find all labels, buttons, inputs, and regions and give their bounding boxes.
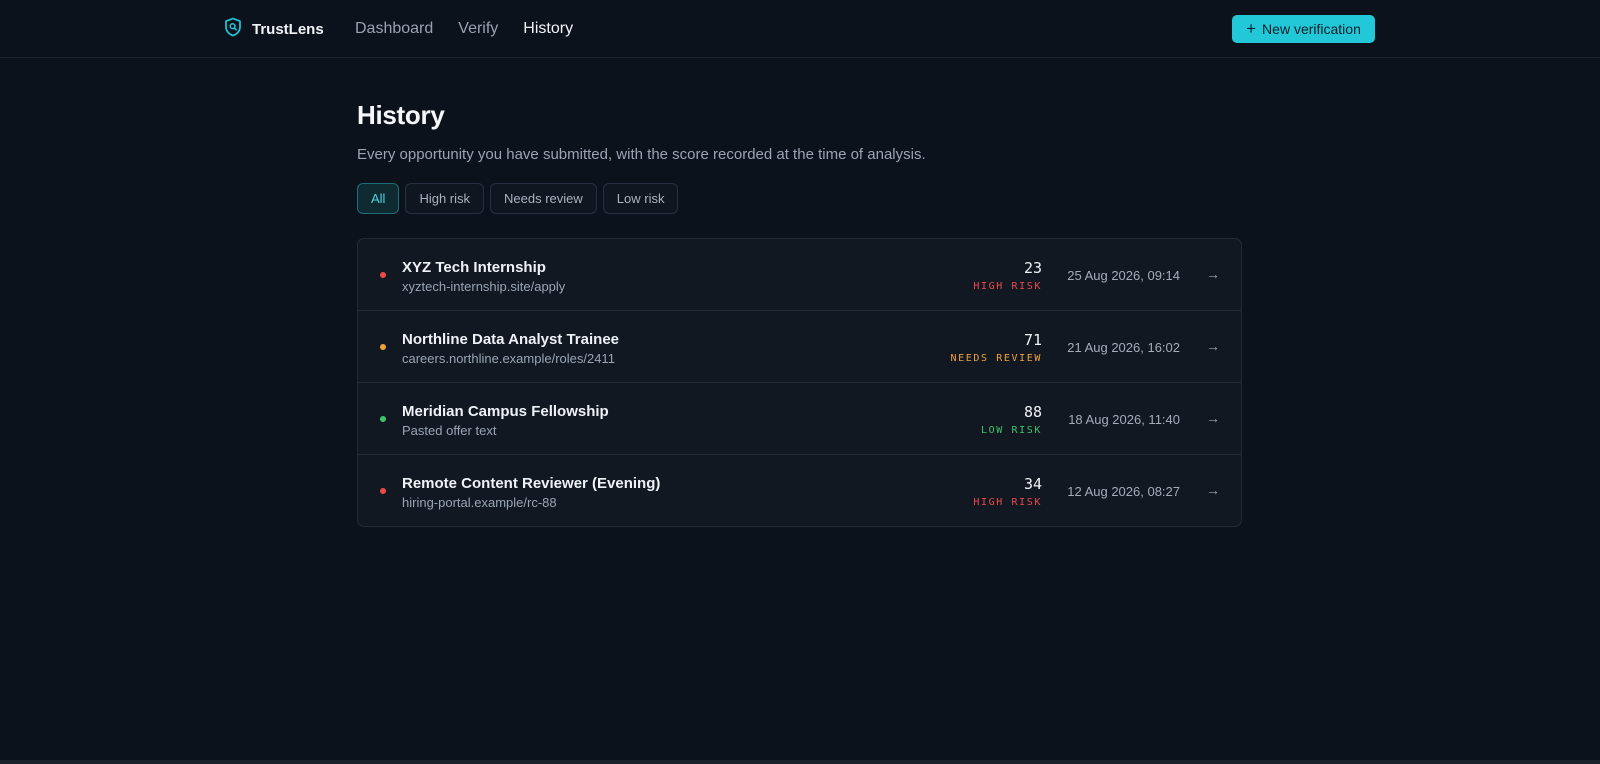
arrow-right-icon[interactable]: → xyxy=(1206,482,1220,498)
risk-label: NEEDS REVIEW xyxy=(950,353,1042,364)
opportunity-source: xyztech-internship.site/apply xyxy=(402,279,566,294)
filter-low-risk[interactable]: Low risk xyxy=(602,183,679,214)
history-list: XYZ Tech Internship xyztech-internship.s… xyxy=(357,238,1242,527)
trust-score: 88 xyxy=(1023,403,1042,421)
top-navigation-bar: TrustLens Dashboard Verify History + New… xyxy=(0,0,1600,58)
new-verification-label: New verification xyxy=(1262,21,1361,37)
history-row[interactable]: Northline Data Analyst Trainee careers.n… xyxy=(358,311,1241,383)
shield-search-icon xyxy=(224,17,242,42)
trust-score: 23 xyxy=(1023,259,1042,277)
trust-score: 71 xyxy=(1023,331,1042,349)
risk-label: LOW RISK xyxy=(981,425,1042,436)
opportunity-title: Remote Content Reviewer (Evening) xyxy=(402,475,661,492)
window-bottom-edge xyxy=(0,760,1600,764)
arrow-right-icon[interactable]: → xyxy=(1206,410,1220,426)
risk-status-dot xyxy=(380,488,386,494)
risk-status-dot xyxy=(380,344,386,350)
page-title: History xyxy=(357,100,445,130)
nav-history[interactable]: History xyxy=(523,20,573,38)
opportunity-title: Meridian Campus Fellowship xyxy=(402,403,609,420)
risk-status-dot xyxy=(380,416,386,422)
opportunity-source: Pasted offer text xyxy=(402,423,497,438)
opportunity-title: XYZ Tech Internship xyxy=(402,259,546,276)
filter-all[interactable]: All xyxy=(357,183,400,214)
nav-dashboard[interactable]: Dashboard xyxy=(355,20,433,38)
risk-status-dot xyxy=(380,272,386,278)
plus-icon: + xyxy=(1246,19,1257,38)
brand-name: TrustLens xyxy=(252,20,324,38)
opportunity-source: careers.northline.example/roles/2411 xyxy=(402,351,615,366)
opportunity-source: hiring-portal.example/rc-88 xyxy=(402,495,557,510)
opportunity-title: Northline Data Analyst Trainee xyxy=(402,331,620,348)
analysis-date: 12 Aug 2026, 08:27 xyxy=(1067,484,1180,499)
risk-label: HIGH RISK xyxy=(973,281,1042,292)
page-subtitle: Every opportunity you have submitted, wi… xyxy=(357,146,926,163)
analysis-date: 18 Aug 2026, 11:40 xyxy=(1068,412,1180,427)
history-row[interactable]: XYZ Tech Internship xyztech-internship.s… xyxy=(358,239,1241,311)
risk-filter-group: All High risk Needs review Low risk xyxy=(357,183,1242,214)
new-verification-button[interactable]: + New verification xyxy=(1232,15,1375,43)
analysis-date: 21 Aug 2026, 16:02 xyxy=(1067,340,1180,355)
brand[interactable]: TrustLens xyxy=(224,16,324,42)
filter-needs-review[interactable]: Needs review xyxy=(490,183,597,214)
history-row[interactable]: Remote Content Reviewer (Evening) hiring… xyxy=(358,455,1241,526)
history-page: History Every opportunity you have submi… xyxy=(357,100,1242,527)
arrow-right-icon[interactable]: → xyxy=(1206,338,1220,354)
analysis-date: 25 Aug 2026, 09:14 xyxy=(1067,268,1180,283)
main-nav: Dashboard Verify History xyxy=(355,16,573,42)
nav-verify[interactable]: Verify xyxy=(458,20,498,38)
history-row[interactable]: Meridian Campus Fellowship Pasted offer … xyxy=(358,383,1241,455)
arrow-right-icon[interactable]: → xyxy=(1206,266,1220,282)
risk-label: HIGH RISK xyxy=(973,497,1042,508)
filter-high-risk[interactable]: High risk xyxy=(405,183,485,214)
trust-score: 34 xyxy=(1023,475,1042,493)
